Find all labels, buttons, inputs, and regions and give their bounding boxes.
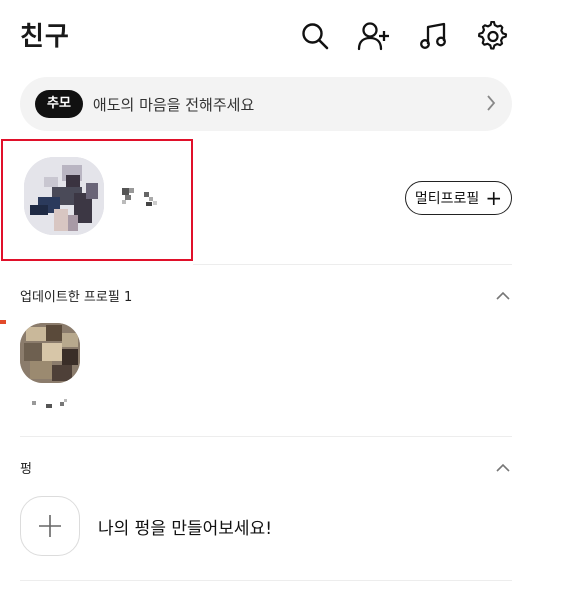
my-profile-avatar[interactable] — [24, 157, 104, 235]
chevron-right-icon — [486, 93, 496, 117]
plus-icon: + — [485, 186, 503, 210]
add-friend-icon[interactable] — [357, 19, 391, 53]
friend-name-blurred — [30, 396, 70, 415]
banner-text: 애도의 마음을 전해주세요 — [92, 95, 255, 114]
music-icon[interactable] — [417, 19, 451, 53]
memorial-banner[interactable]: 추모 애도의 마음을 전해주세요 — [20, 77, 512, 131]
create-pyeong-button[interactable] — [20, 496, 80, 556]
updated-friend-avatar[interactable] — [20, 323, 80, 383]
profile-name-blurred — [122, 186, 160, 212]
create-pyeong-text[interactable]: 나의 펑을 만들어보세요! — [98, 514, 272, 539]
page-title: 친구 — [20, 22, 70, 52]
updated-profiles-label: 업데이트한 프로필 1 — [20, 290, 133, 305]
search-icon[interactable] — [298, 19, 332, 53]
settings-icon[interactable] — [476, 19, 510, 53]
chevron-up-icon[interactable] — [496, 288, 510, 307]
memorial-badge: 추모 — [35, 90, 83, 118]
divider — [20, 580, 512, 581]
chevron-up-icon[interactable] — [496, 460, 510, 479]
divider — [20, 436, 512, 437]
multi-profile-button[interactable]: 멀티프로필 + — [405, 181, 512, 215]
plus-icon — [39, 515, 61, 537]
pyeong-label: 펑 — [20, 462, 32, 477]
multi-profile-label: 멀티프로필 — [414, 191, 480, 207]
divider — [193, 264, 512, 265]
new-indicator — [0, 320, 6, 324]
